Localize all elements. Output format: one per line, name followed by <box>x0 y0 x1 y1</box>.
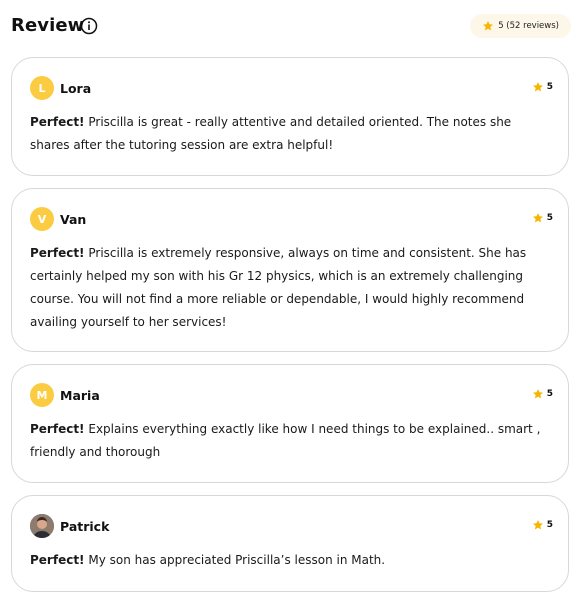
reviewer-name: Lora <box>60 81 92 96</box>
review-card: V Van 5 Perfect! Priscilla is extremely … <box>11 188 569 352</box>
user-photo-icon <box>30 514 54 538</box>
rating-value: 5 <box>546 389 553 399</box>
review-lead: Perfect! <box>30 422 85 436</box>
star-icon <box>532 82 543 92</box>
review-rating: 5 <box>532 81 553 93</box>
review-lead: Perfect! <box>30 553 85 567</box>
review-rating: 5 <box>532 212 553 224</box>
review-body: My son has appreciated Priscilla’s lesso… <box>88 553 386 567</box>
review-text: Perfect! Priscilla is extremely responsi… <box>30 242 554 334</box>
avatar: V <box>30 207 54 231</box>
review-text: Perfect! Priscilla is great - really att… <box>30 111 554 157</box>
review-lead: Perfect! <box>30 246 85 260</box>
review-body: Priscilla is great - really attentive an… <box>30 115 512 152</box>
avatar: L <box>30 76 54 100</box>
review-header: Review 5 (52 reviews) <box>11 13 571 41</box>
rating-summary-text: 5 (52 reviews) <box>498 21 559 31</box>
info-icon[interactable] <box>80 17 98 35</box>
avatar <box>30 514 54 538</box>
review-body: Priscilla is extremely responsive, alway… <box>30 246 527 329</box>
review-rating: 5 <box>532 388 553 400</box>
reviewer-name: Van <box>60 212 87 227</box>
rating-value: 5 <box>546 520 553 530</box>
reviewer-name: Patrick <box>60 519 110 534</box>
review-body: Explains everything exactly like how I n… <box>30 422 541 459</box>
review-card: Patrick 5 Perfect! My son has appreciate… <box>11 495 569 592</box>
star-icon <box>483 21 494 31</box>
review-card: L Lora 5 Perfect! Priscilla is great - r… <box>11 57 569 176</box>
avatar: M <box>30 383 54 407</box>
reviewer-name: Maria <box>60 388 100 403</box>
rating-value: 5 <box>546 82 553 92</box>
star-icon <box>532 520 543 530</box>
review-text: Perfect! Explains everything exactly lik… <box>30 418 554 464</box>
review-rating: 5 <box>532 519 553 531</box>
star-icon <box>532 213 543 223</box>
rating-value: 5 <box>546 213 553 223</box>
rating-summary-badge: 5 (52 reviews) <box>470 14 571 38</box>
review-card: M Maria 5 Perfect! Explains everything e… <box>11 364 569 483</box>
review-text: Perfect! My son has appreciated Priscill… <box>30 549 554 572</box>
review-lead: Perfect! <box>30 115 85 129</box>
star-icon <box>532 389 543 399</box>
page-title: Review <box>11 15 85 36</box>
